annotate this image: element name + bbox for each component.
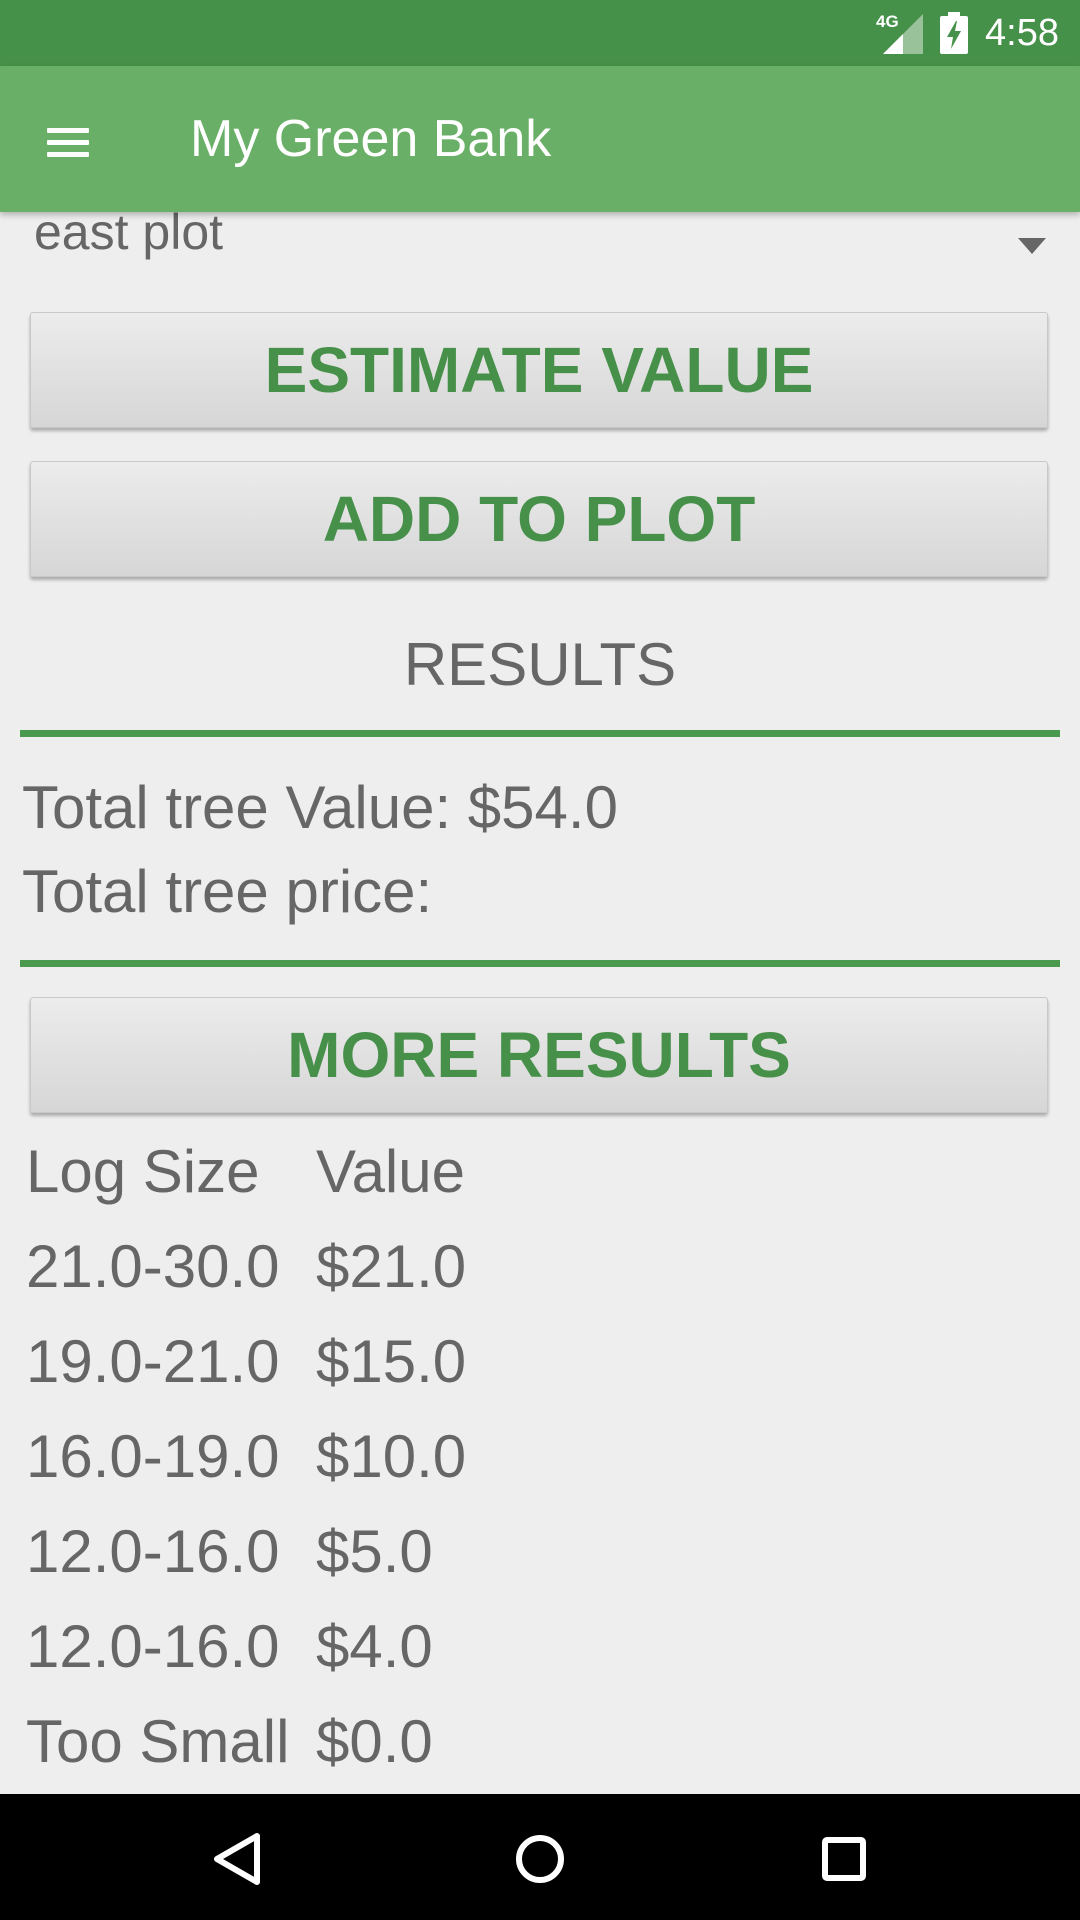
plot-selector-value: east plot [34,204,224,260]
home-icon[interactable] [505,1824,575,1894]
table-row: 12.0-16.0 $5.0 [26,1512,626,1592]
table-row: 19.0-21.0 $15.0 [26,1322,626,1402]
status-bar: 4G 4:58 [0,0,1080,66]
value-cell: $0.0 [316,1708,433,1775]
table-row: 21.0-30.0 $21.0 [26,1227,626,1307]
log-size-cell: 16.0-19.0 [26,1423,280,1490]
log-size-cell: 12.0-16.0 [26,1518,280,1585]
app-title: My Green Bank [190,110,552,168]
header-value: Value [316,1138,466,1205]
log-size-cell: Too Small [26,1708,290,1775]
value-cell: $10.0 [316,1423,467,1490]
value-cell: $15.0 [316,1328,467,1395]
divider [20,730,1060,737]
app-bar: My Green Bank [0,66,1080,212]
value-cell: $21.0 [316,1233,467,1300]
recents-icon[interactable] [809,1824,879,1894]
hamburger-icon[interactable] [38,116,98,166]
status-clock: 4:58 [985,12,1059,54]
value-cell: $5.0 [316,1518,433,1585]
table-header: Log Size Value [26,1132,626,1212]
log-size-cell: 19.0-21.0 [26,1328,280,1395]
network-type-label: 4G [876,12,899,31]
table-row: 16.0-19.0 $10.0 [26,1417,626,1497]
add-to-plot-button[interactable]: ADD TO PLOT [30,461,1048,577]
more-results-button[interactable]: MORE RESULTS [30,997,1048,1113]
estimate-value-button[interactable]: ESTIMATE VALUE [30,312,1048,428]
value-cell: $4.0 [316,1613,433,1680]
back-icon[interactable] [203,1824,273,1894]
table-row: 12.0-16.0 $4.0 [26,1607,626,1687]
plot-selector[interactable]: east plot [0,204,1080,272]
total-tree-price: Total tree price: [22,858,433,925]
total-tree-value: Total tree Value: $54.0 [22,774,618,841]
dropdown-arrow-icon [1018,238,1046,254]
navigation-bar [0,1794,1080,1920]
table-row: Too Small $0.0 [26,1702,626,1782]
results-heading: RESULTS [403,631,677,698]
log-size-cell: 12.0-16.0 [26,1613,280,1680]
divider [20,960,1060,967]
header-log-size: Log Size [26,1138,260,1205]
log-size-cell: 21.0-30.0 [26,1233,280,1300]
battery-charging-icon [940,12,968,54]
